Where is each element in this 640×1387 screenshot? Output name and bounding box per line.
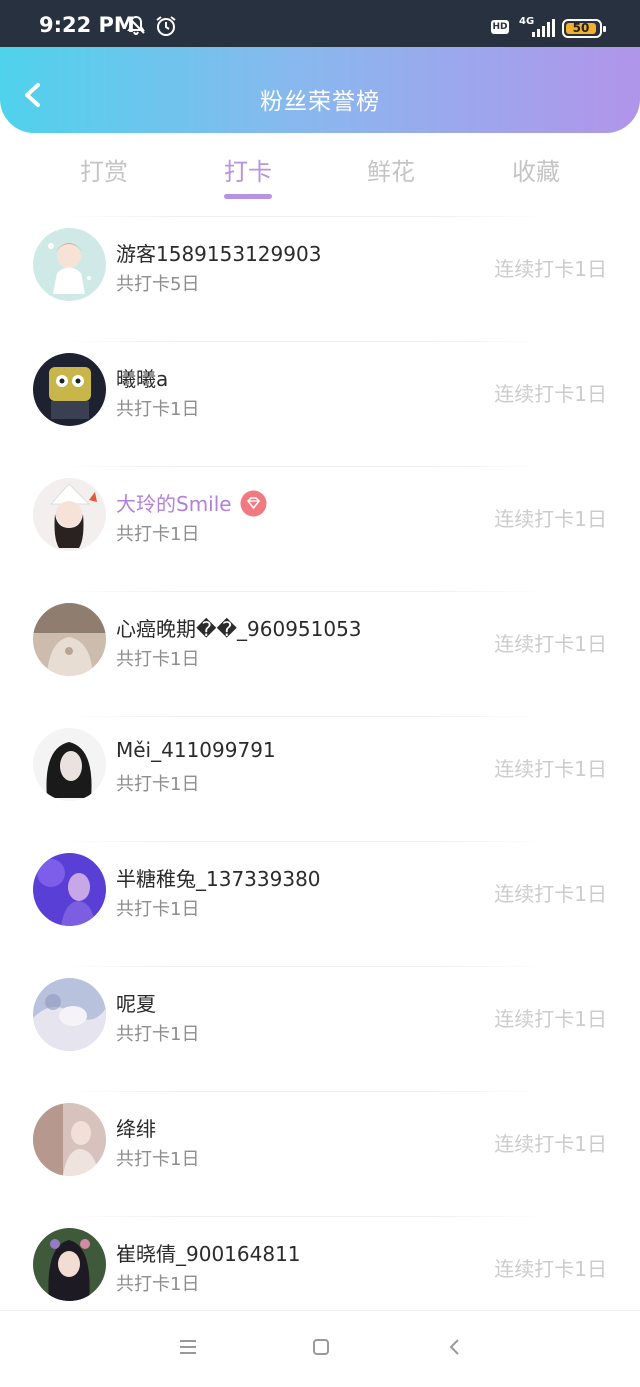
- divider: [60, 466, 550, 467]
- avatar[interactable]: [33, 1103, 106, 1176]
- battery-level: 50: [572, 21, 590, 35]
- streak-label: 连续打卡1日: [494, 1132, 607, 1156]
- divider: [60, 841, 550, 842]
- total-checkins: 共打卡1日: [116, 649, 200, 670]
- alarm-icon: [156, 16, 176, 36]
- list-item[interactable]: 游客1589153129903 共打卡5日 连续打卡1日: [0, 216, 640, 341]
- list-item[interactable]: 曦曦a 共打卡1日 连续打卡1日: [0, 341, 640, 466]
- avatar[interactable]: [33, 1228, 106, 1301]
- list-item[interactable]: Měi_411099791 共打卡1日 连续打卡1日: [0, 716, 640, 841]
- avatar[interactable]: [33, 728, 106, 801]
- bell-off-icon: [127, 15, 145, 36]
- streak-label: 连续打卡1日: [494, 632, 607, 656]
- total-checkins: 共打卡5日: [116, 274, 200, 295]
- total-checkins: 共打卡1日: [116, 524, 200, 545]
- page-title: 粉丝荣誉榜: [260, 89, 380, 115]
- total-checkins: 共打卡1日: [116, 1274, 200, 1295]
- tab-active-indicator: [224, 194, 272, 199]
- fan-name: 心癌晚期��_960951053: [116, 617, 362, 641]
- divider: [60, 216, 550, 217]
- divider: [60, 1216, 550, 1217]
- fan-name: 曦曦a: [116, 367, 169, 391]
- divider: [60, 716, 550, 717]
- fan-name: 游客1589153129903: [116, 242, 322, 266]
- list-item[interactable]: 半糖稚兔_137339380 共打卡1日 连续打卡1日: [0, 841, 640, 966]
- fan-name: 绛绯: [116, 1117, 156, 1141]
- status-time: 9:22 PM: [39, 13, 135, 37]
- total-checkins: 共打卡1日: [116, 774, 200, 795]
- tab-bar: 打赏 打卡 鲜花 收藏: [0, 140, 640, 210]
- total-checkins: 共打卡1日: [116, 399, 200, 420]
- diamond-badge-icon: [240, 490, 267, 517]
- list-item[interactable]: 大玲的Smile 共打卡1日 连续打卡1日: [0, 466, 640, 591]
- system-nav-bar: [0, 1310, 640, 1387]
- fan-name: 半糖稚兔_137339380: [116, 867, 321, 891]
- streak-label: 连续打卡1日: [494, 757, 607, 781]
- streak-label: 连续打卡1日: [494, 1257, 607, 1281]
- fan-name: 呢夏: [116, 992, 156, 1016]
- tab-favorites[interactable]: 收藏: [486, 152, 586, 187]
- avatar[interactable]: [33, 228, 106, 301]
- avatar[interactable]: [33, 353, 106, 426]
- streak-label: 连续打卡1日: [494, 882, 607, 906]
- total-checkins: 共打卡1日: [116, 1024, 200, 1045]
- divider: [60, 1091, 550, 1092]
- hd-icon: HD: [491, 20, 509, 34]
- menu-icon[interactable]: [178, 1337, 198, 1357]
- streak-label: 连续打卡1日: [494, 257, 607, 281]
- fan-list: 游客1589153129903 共打卡5日 连续打卡1日 曦曦a 共打卡1日 连…: [0, 216, 640, 1341]
- tab-reward[interactable]: 打赏: [54, 152, 154, 187]
- fan-name: 大玲的Smile: [116, 488, 267, 519]
- divider: [60, 591, 550, 592]
- streak-label: 连续打卡1日: [494, 1007, 607, 1031]
- list-item[interactable]: 心癌晚期��_960951053 共打卡1日 连续打卡1日: [0, 591, 640, 716]
- status-bar: 9:22 PM HD 4G 50: [0, 0, 640, 47]
- tab-checkin[interactable]: 打卡: [198, 152, 298, 187]
- tab-flowers[interactable]: 鲜花: [341, 152, 441, 187]
- avatar[interactable]: [33, 603, 106, 676]
- list-item[interactable]: 绛绯 共打卡1日 连续打卡1日: [0, 1091, 640, 1216]
- streak-label: 连续打卡1日: [494, 507, 607, 531]
- fan-name: Měi_411099791: [116, 738, 276, 762]
- back-icon[interactable]: [445, 1337, 465, 1357]
- total-checkins: 共打卡1日: [116, 1149, 200, 1170]
- total-checkins: 共打卡1日: [116, 899, 200, 920]
- divider: [60, 966, 550, 967]
- screen: 9:22 PM HD 4G 50 粉丝荣誉榜 打赏 打卡 鲜花 收藏 游客158…: [0, 0, 640, 1387]
- signal-icon: [532, 19, 555, 37]
- divider: [60, 341, 550, 342]
- streak-label: 连续打卡1日: [494, 382, 607, 406]
- list-item[interactable]: 呢夏 共打卡1日 连续打卡1日: [0, 966, 640, 1091]
- avatar[interactable]: [33, 853, 106, 926]
- avatar[interactable]: [33, 478, 106, 551]
- home-icon[interactable]: [311, 1337, 331, 1357]
- fan-name: 崔晓倩_900164811: [116, 1242, 301, 1266]
- battery-icon: 50: [562, 19, 606, 38]
- avatar[interactable]: [33, 978, 106, 1051]
- header: 9:22 PM HD 4G 50 粉丝荣誉榜: [0, 0, 640, 133]
